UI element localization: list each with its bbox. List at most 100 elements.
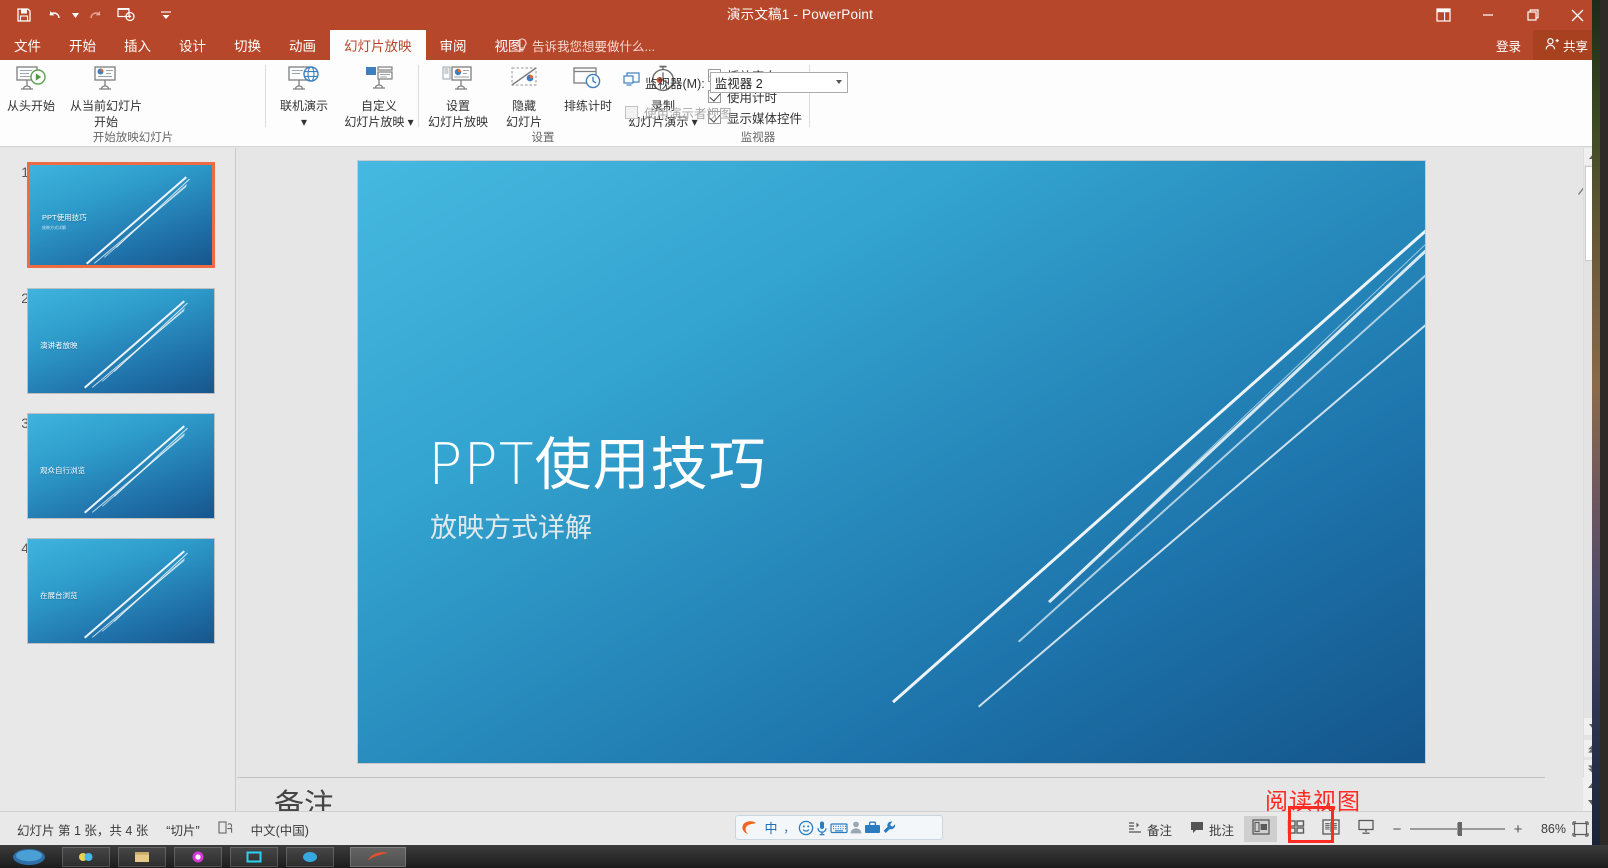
tab-animations[interactable]: 动画 [275,30,330,60]
taskbar-item-3[interactable] [174,847,222,867]
start-from-beginning-icon [14,63,48,97]
ribbon: 从头开始 从当前幻灯片 开始 开始放映幻灯片 联机演示 ▾ 自定义 幻灯片放映 … [0,60,1600,195]
emoji-icon[interactable] [798,817,814,839]
taskbar-item-4[interactable] [230,847,278,867]
sign-in-button[interactable]: 登录 [1484,30,1533,60]
chevron-down-icon [835,80,842,84]
setup-slideshow-icon [441,63,475,97]
custom-slideshow-label-2[interactable]: 幻灯片放映 ▾ [344,115,413,129]
tab-transitions[interactable]: 切换 [220,30,275,60]
language-status[interactable]: 中文(中国) [242,820,318,839]
tab-design[interactable]: 设计 [165,30,220,60]
windows-taskbar[interactable] [0,845,1608,868]
hide-slide-button[interactable]: 隐藏 幻灯片 [496,63,552,129]
ribbon-group-monitors: 监视器(M): 监视器 2 使用演示者视图 监视器 [613,60,903,147]
taskbar-item-powerpoint[interactable] [350,847,406,867]
thumbnail-image-2[interactable]: 演讲者放映 [27,288,215,394]
undo-icon[interactable] [40,2,68,28]
thumbnail-image-1[interactable]: PPT使用技巧 放映方式详解 [27,162,215,268]
view-normal-button[interactable] [1244,816,1277,842]
toolbox-icon[interactable] [864,817,881,839]
tab-slideshow[interactable]: 幻灯片放映 [330,30,426,60]
view-slideshow-button[interactable] [1349,816,1382,842]
present-online-button[interactable]: 联机演示 ▾ [269,63,339,129]
zoom-slider[interactable] [1410,822,1505,836]
start-from-beginning-label: 从头开始 [6,99,55,113]
tab-review[interactable]: 审阅 [426,30,481,60]
account-area: 登录 共享 [1484,30,1600,60]
tab-insert[interactable]: 插入 [110,30,165,60]
window-title: 演示文稿1 - PowerPoint [726,7,874,22]
user-icon[interactable] [849,817,863,839]
redo-icon[interactable] [82,2,110,28]
ime-toolbar[interactable]: 中 ， [735,815,943,840]
start-from-beginning-button[interactable]: 从头开始 [2,63,60,113]
checkbox-use-presenter-view[interactable]: 使用演示者视图 [625,102,732,123]
current-slide[interactable]: PPT使用技巧 放映方式详解 [358,161,1425,763]
voice-input-icon[interactable] [815,817,829,839]
ribbon-group-setup: 设置 幻灯片放映 隐藏 幻灯片 排练计时 录制 幻灯片演示 ▾ 使用计时 显示媒… [420,60,810,147]
sogou-logo-icon[interactable] [739,817,761,839]
lightbulb-icon [516,38,528,52]
thumbnail-image-3[interactable]: 观众自行浏览 [27,413,215,519]
ribbon-display-options-icon[interactable] [1421,0,1465,30]
fit-slide-icon[interactable] [1566,816,1594,842]
hide-slide-label-2: 幻灯片 [505,115,542,129]
zoom-slider-knob[interactable] [1458,822,1462,836]
start-slideshow-icon[interactable] [112,2,140,28]
thumbnail-image-4[interactable]: 在展台浏览 [27,538,215,644]
slideshow-icon [1357,819,1375,840]
start-from-current-button[interactable]: 从当前幻灯片 开始 [60,63,152,129]
ribbon-tabs-row: 文件 开始 插入 设计 切换 动画 幻灯片放映 审阅 视图 告诉我您想要做什么.… [0,30,1600,60]
settings-wrench-icon[interactable] [882,817,897,839]
status-right: 备注 批注 − + 86% [1119,812,1594,845]
custom-slideshow-button[interactable]: 自定义 幻灯片放映 ▾ [339,63,419,129]
comments-button[interactable]: 批注 [1181,814,1243,844]
accessibility-check-icon[interactable] [209,820,242,838]
taskbar-item-5[interactable] [286,847,334,867]
start-button[interactable] [2,846,56,867]
group-label-start-slideshow: 开始放映幻灯片 [92,132,174,144]
status-left: 幻灯片 第 1 张，共 4 张 “切片” 中文(中国) [8,812,318,845]
share-button[interactable]: 共享 [1532,30,1600,60]
zoom-level-label[interactable]: 86% [1532,822,1566,836]
slide-thumbnail-pane[interactable]: 1 PPT使用技巧 放映方式详解 2 演讲者放映 3 观众自行浏览 4 在展台浏… [0,148,236,811]
start-from-current-label-1: 从当前幻灯片 [69,99,142,113]
notes-toggle-button[interactable]: 备注 [1119,814,1181,844]
thumbnail-subtitle-1: 放映方式详解 [42,225,66,230]
comment-icon [1190,821,1204,837]
tab-home[interactable]: 开始 [55,30,110,60]
minimize-icon[interactable] [1465,0,1510,30]
punctuation-icon[interactable]: ， [781,817,797,839]
hide-slide-icon [507,63,541,97]
setup-slideshow-button[interactable]: 设置 幻灯片放映 [420,63,496,129]
zoom-control[interactable]: − + [1383,821,1532,838]
checkbox-use-presenter-view-box[interactable] [625,106,638,119]
monitor-select[interactable]: 监视器 2 [709,71,848,93]
slide-title-text[interactable]: PPT使用技巧 [428,419,767,501]
group-label-monitors: 监视器 [740,132,776,144]
slide-count-status[interactable]: 幻灯片 第 1 张，共 4 张 [8,820,157,839]
restore-icon[interactable] [1510,0,1555,30]
title-bar: 演示文稿1 - PowerPoint [0,0,1600,30]
rehearse-timings-button[interactable]: 排练计时 [554,63,622,113]
slide-subtitle-text[interactable]: 放映方式详解 [430,506,592,545]
undo-dropdown-icon[interactable] [70,2,80,28]
checkbox-use-presenter-view-label: 使用演示者视图 [644,107,732,121]
taskbar-item-2[interactable] [118,847,166,867]
ribbon-group-start-slideshow: 从头开始 从当前幻灯片 开始 开始放映幻灯片 [0,60,266,147]
save-icon[interactable] [10,2,38,28]
monitor-select-value: 监视器 2 [714,76,763,91]
theme-name-status[interactable]: “切片” [157,820,208,839]
custom-slideshow-icon [362,63,396,97]
customize-qat-icon[interactable] [152,2,180,28]
quick-access-toolbar [10,0,180,30]
present-online-dropdown[interactable]: ▾ [301,115,307,129]
zoom-in-button[interactable]: + [1512,821,1524,838]
soft-keyboard-icon[interactable] [830,817,848,839]
zoom-out-button[interactable]: − [1391,821,1403,838]
tell-me-search[interactable]: 告诉我您想要做什么... [516,30,655,60]
taskbar-item-1[interactable] [62,847,110,867]
chinese-mode-icon[interactable]: 中 [762,817,780,839]
tab-file[interactable]: 文件 [0,30,55,60]
